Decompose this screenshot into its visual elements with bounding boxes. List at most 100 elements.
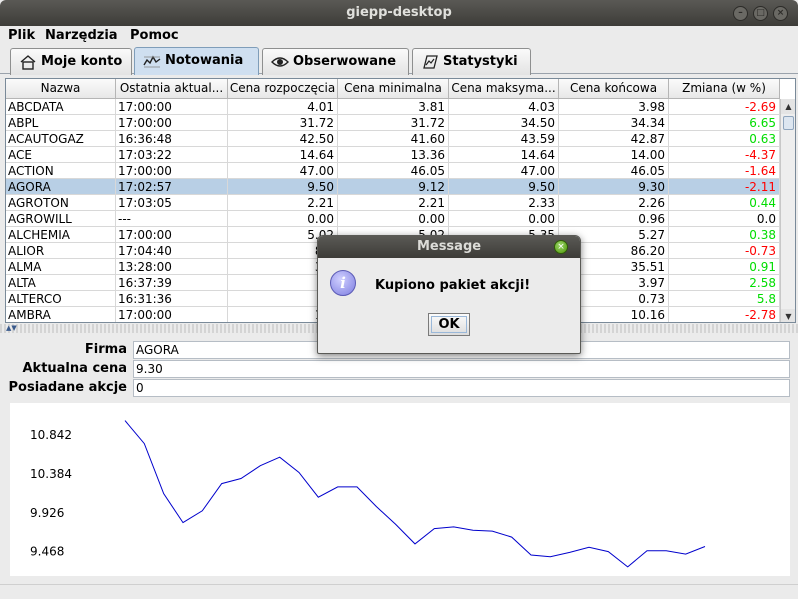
table-cell: --- [116, 211, 228, 227]
table-cell: 16:36:48 [116, 131, 228, 147]
table-cell: 31.72 [228, 115, 338, 131]
table-cell: ALCHEMIA [6, 227, 116, 243]
table-cell: -2.11 [669, 179, 780, 195]
tab-statystyki[interactable]: Statystyki [412, 48, 531, 75]
table-cell: 42.87 [559, 131, 669, 147]
table-row[interactable]: ACTION 17:00:00 47.00 46.05 47.00 46.05 -1.64 [6, 163, 780, 179]
cena-label: Aktualna cena [22, 361, 127, 376]
table-cell: ALMA [6, 259, 116, 275]
table-cell: ABPL [6, 115, 116, 131]
column-header[interactable]: Nazwa [6, 79, 116, 99]
cena-field[interactable]: 9.30 [133, 360, 790, 378]
table-cell: 0.96 [559, 211, 669, 227]
table-cell: 17:00:00 [116, 99, 228, 115]
tab-notowania[interactable]: Notowania [134, 47, 259, 75]
table-cell: 47.00 [228, 163, 338, 179]
table-cell: 0.63 [669, 131, 780, 147]
table-cell: 0.44 [669, 195, 780, 211]
y-tick-label: 10.384 [30, 467, 72, 481]
menu-plik[interactable]: Plik [8, 26, 35, 46]
table-row[interactable]: AGROWILL --- 0.00 0.00 0.00 0.96 0.0 [6, 211, 780, 227]
table-row[interactable]: AGORA 17:02:57 9.50 9.12 9.50 9.30 -2.11 [6, 179, 780, 195]
table-cell: 34.50 [449, 115, 559, 131]
scroll-thumb[interactable] [783, 116, 794, 130]
table-cell: ALTERCO [6, 291, 116, 307]
close-window-icon[interactable]: × [773, 6, 788, 21]
table-cell: 2.26 [559, 195, 669, 211]
table-cell: 0.38 [669, 227, 780, 243]
y-tick-label: 10.842 [30, 428, 72, 442]
table-cell: 4.03 [449, 99, 559, 115]
table-cell: 2.33 [449, 195, 559, 211]
table-cell: 0.91 [669, 259, 780, 275]
table-cell: -4.37 [669, 147, 780, 163]
menu-narzedzia[interactable]: Narzędzia [45, 26, 118, 46]
dialog-title: Message [318, 236, 580, 258]
table-row[interactable]: ACAUTOGAZ 16:36:48 42.50 41.60 43.59 42.87 0.6… [6, 131, 780, 147]
dialog-close-icon[interactable]: × [554, 240, 568, 254]
table-cell: 43.59 [449, 131, 559, 147]
column-header[interactable]: Zmiana (w %) [669, 79, 780, 99]
scroll-up-icon[interactable]: ▲ [781, 99, 795, 114]
table-cell: ACAUTOGAZ [6, 131, 116, 147]
maximize-icon[interactable]: □ [753, 6, 768, 21]
table-cell: -1.64 [669, 163, 780, 179]
table-scrollbar[interactable]: ▲ ▼ [780, 99, 795, 322]
table-cell: -2.78 [669, 307, 780, 322]
table-cell: 6.65 [669, 115, 780, 131]
table-cell: 9.12 [338, 179, 449, 195]
status-bar [0, 584, 798, 599]
akcje-field[interactable]: 0 [133, 379, 790, 397]
column-header[interactable]: Cena maksyma... [449, 79, 559, 99]
column-header[interactable]: Cena minimalna [338, 79, 449, 99]
divider-arrows-icon[interactable]: ▲▼ [6, 324, 17, 332]
menu-pomoc[interactable]: Pomoc [130, 26, 179, 46]
table-cell: 46.05 [559, 163, 669, 179]
table-cell: ACTION [6, 163, 116, 179]
window-titlebar: giepp-desktop – □ × [0, 0, 798, 26]
ok-button[interactable]: OK [428, 313, 470, 336]
minimize-icon[interactable]: – [733, 6, 748, 21]
message-dialog: Message × i Kupiono pakiet akcji! OK [317, 235, 581, 354]
table-row[interactable]: AGROTON 17:03:05 2.21 2.21 2.33 2.26 0.44 [6, 195, 780, 211]
table-cell: 2.58 [669, 275, 780, 291]
column-header[interactable]: Cena rozpoczęcia [228, 79, 338, 99]
table-cell: 2.21 [228, 195, 338, 211]
table-cell: 0.00 [338, 211, 449, 227]
tab-obserwowane[interactable]: Obserwowane [262, 48, 409, 75]
table-cell: 3.81 [338, 99, 449, 115]
tabs-bar: Moje konto Notowania Obserwowane Statystyki [0, 46, 798, 75]
table-cell: 34.34 [559, 115, 669, 131]
price-line [124, 420, 706, 568]
akcje-label: Posiadane akcje [8, 380, 128, 395]
table-cell: AGROWILL [6, 211, 116, 227]
table-cell: 14.00 [559, 147, 669, 163]
table-cell: 17:00:00 [116, 163, 228, 179]
tab-moje-konto[interactable]: Moje konto [10, 48, 132, 75]
table-cell: 14.64 [228, 147, 338, 163]
y-tick-label: 9.468 [30, 545, 64, 559]
table-cell: AGORA [6, 179, 116, 195]
table-cell: 9.30 [559, 179, 669, 195]
dialog-message: Kupiono pakiet akcji! [375, 278, 531, 293]
price-chart: 10.842 10.384 9.926 9.468 [10, 403, 790, 576]
table-row[interactable]: ABCDATA 17:00:00 4.01 3.81 4.03 3.98 -2.69 [6, 99, 780, 115]
table-row[interactable]: ACE 17:03:22 14.64 13.36 14.64 14.00 -4.37 [6, 147, 780, 163]
table-cell: 4.01 [228, 99, 338, 115]
table-cell: 17:03:22 [116, 147, 228, 163]
column-header[interactable]: Cena końcowa [559, 79, 669, 99]
column-header[interactable]: Ostatnia aktual... [116, 79, 228, 99]
table-cell: 17:04:40 [116, 243, 228, 259]
tab-label: Statystyki [443, 54, 518, 69]
table-cell: 46.05 [338, 163, 449, 179]
table-cell: ACE [6, 147, 116, 163]
table-cell: 17:02:57 [116, 179, 228, 195]
table-cell: ALIOR [6, 243, 116, 259]
scroll-down-icon[interactable]: ▼ [781, 309, 795, 322]
table-cell: 14.64 [449, 147, 559, 163]
table-row[interactable]: ABPL 17:00:00 31.72 31.72 34.50 34.34 6.65 [6, 115, 780, 131]
table-cell: 16:37:39 [116, 275, 228, 291]
table-cell: 2.21 [338, 195, 449, 211]
info-icon: i [330, 270, 356, 296]
table-cell: 0.00 [228, 211, 338, 227]
